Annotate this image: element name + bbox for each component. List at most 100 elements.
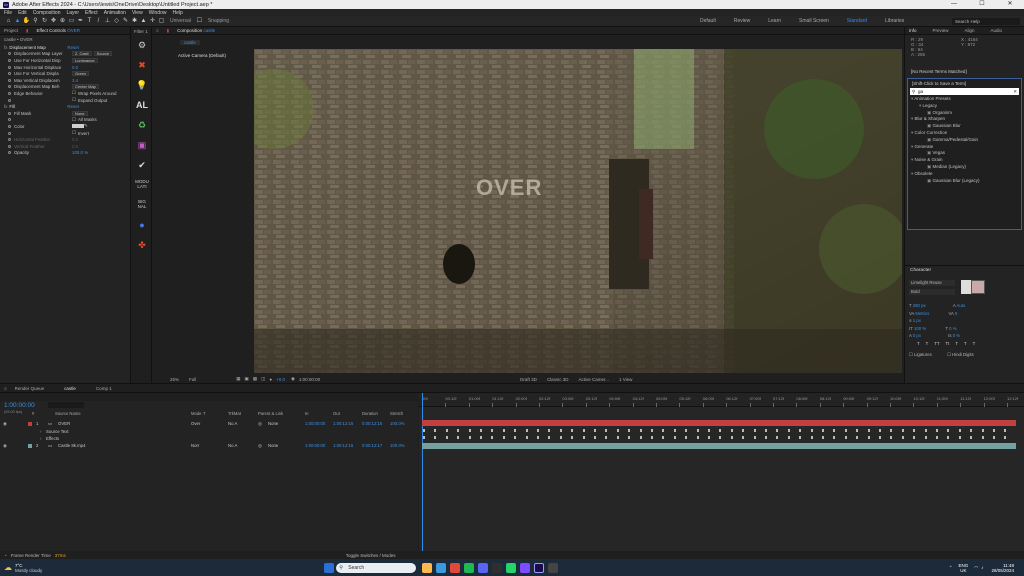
keyframe[interactable]: [514, 429, 517, 432]
home-icon[interactable]: ⌂: [4, 17, 13, 26]
keyframe[interactable]: [753, 436, 756, 439]
stroke-color-swatch[interactable]: [971, 280, 985, 294]
keyframe[interactable]: [434, 429, 437, 432]
property-dropdown-secondary[interactable]: Source: [93, 51, 113, 57]
color-swatch[interactable]: [72, 124, 84, 129]
keyframe[interactable]: [890, 436, 893, 439]
lock-icon[interactable]: ▮: [26, 28, 28, 34]
modulati-icon[interactable]: MODU LATI: [135, 179, 149, 189]
keyframe[interactable]: [468, 436, 471, 439]
tab-castle[interactable]: castle: [64, 386, 76, 391]
font-style-dropdown[interactable]: Bold: [909, 289, 955, 295]
workspace-standard[interactable]: Standard: [847, 17, 867, 26]
target-icon[interactable]: ✤: [135, 239, 149, 251]
visibility-eye-icon[interactable]: ◉: [3, 421, 7, 427]
camera-icon[interactable]: ◉: [291, 376, 295, 382]
tsume-value[interactable]: 0 %: [953, 333, 960, 338]
language-label[interactable]: ENG: [959, 563, 969, 568]
column-header[interactable]: Mode: [191, 411, 201, 416]
keyframe[interactable]: [799, 436, 802, 439]
text-style-button[interactable]: T: [964, 341, 967, 346]
snapping-label[interactable]: Snapping: [208, 18, 229, 24]
roto-brush-icon[interactable]: ✎: [121, 17, 130, 26]
keyframe[interactable]: [605, 429, 608, 432]
font-family-dropdown[interactable]: Limelight Reuse: [909, 280, 955, 286]
stopwatch-icon[interactable]: [8, 131, 11, 135]
column-header[interactable]: TrkMat: [228, 411, 241, 416]
discord-icon[interactable]: [478, 562, 489, 573]
menu-icon[interactable]: ≡: [4, 386, 7, 391]
effect-property[interactable]: ☐ Expand Output: [4, 97, 130, 104]
keyframe[interactable]: [491, 429, 494, 432]
keyframe[interactable]: [639, 436, 642, 439]
effect-item[interactable]: ▣ Median (Legacy): [911, 164, 1018, 171]
keyframe[interactable]: [537, 429, 539, 432]
close-button[interactable]: ✕: [996, 0, 1024, 9]
keyframe[interactable]: [890, 429, 893, 432]
stopwatch-icon[interactable]: [8, 98, 11, 102]
keyframe[interactable]: [434, 436, 437, 439]
timeline-search-input[interactable]: [48, 402, 84, 408]
weather-icon[interactable]: ☁: [4, 563, 12, 572]
effect-property[interactable]: Color ✎: [4, 123, 130, 130]
keyframe[interactable]: [947, 436, 950, 439]
effect-item[interactable]: ▣ Gamma/Pedestal/Gain: [911, 137, 1018, 144]
keyframe[interactable]: [651, 436, 653, 439]
workspace-libraries[interactable]: Libraries: [885, 17, 904, 26]
keyframe[interactable]: [708, 429, 710, 432]
menu-edit[interactable]: Edit: [18, 10, 27, 16]
timeline-timecode[interactable]: 1:00:00:00: [4, 402, 35, 409]
column-header[interactable]: T: [203, 411, 206, 416]
pickwhip-icon[interactable]: ◎: [258, 443, 262, 449]
keyframe[interactable]: [582, 429, 585, 432]
stopwatch-icon[interactable]: [8, 91, 11, 95]
keyframe[interactable]: [616, 436, 619, 439]
tab-project[interactable]: Project: [4, 28, 18, 33]
minimize-button[interactable]: —: [940, 0, 968, 9]
keyframe[interactable]: [628, 429, 631, 432]
property-value[interactable]: 3.4: [72, 78, 78, 83]
keyframe[interactable]: [970, 436, 973, 439]
keyframe[interactable]: [548, 429, 551, 432]
windows-start-icon[interactable]: [324, 562, 335, 573]
effect-property[interactable]: Use For Horizontal Disp Luminance: [4, 57, 130, 64]
workspace-default[interactable]: Default: [700, 17, 716, 26]
pan-behind-tool-icon[interactable]: ⊕: [58, 17, 67, 26]
grid-icon[interactable]: ▦: [236, 376, 240, 382]
taskbar-search[interactable]: ⚲ Search: [336, 562, 417, 573]
grid-icon[interactable]: ✖: [135, 59, 149, 71]
keyframe[interactable]: [1004, 429, 1007, 432]
keyframe[interactable]: [1004, 436, 1007, 439]
stopwatch-icon[interactable]: [8, 65, 11, 69]
stopwatch-icon[interactable]: [8, 58, 11, 62]
axis-world-icon[interactable]: ✛: [148, 17, 157, 26]
in-point[interactable]: 1:00:00:00: [305, 421, 325, 426]
check-icon[interactable]: ✔: [135, 159, 149, 171]
layer-row[interactable]: ◉ 1 ▭ OVER Over No A ◎ None 1:00:00:00 1:00:12:16…: [0, 420, 418, 427]
eraser-tool-icon[interactable]: ◇: [112, 17, 121, 26]
axis-local-icon[interactable]: ▲: [139, 17, 148, 26]
keyframe[interactable]: [719, 429, 722, 432]
column-header[interactable]: Source Name: [55, 411, 81, 416]
keyframe[interactable]: [958, 429, 961, 432]
keyframe[interactable]: [502, 429, 505, 432]
effect-item[interactable]: ▣ Vegas: [911, 150, 1018, 157]
hand-tool-icon[interactable]: ✋: [22, 17, 31, 26]
keyframe[interactable]: [879, 436, 881, 439]
toggle-switches-modes[interactable]: Toggle Switches / Modes: [346, 553, 396, 558]
keyframe[interactable]: [548, 436, 551, 439]
layer-bar-over[interactable]: [422, 420, 1016, 426]
snapping-checkbox-icon[interactable]: ☐: [195, 17, 204, 26]
keyframe[interactable]: [753, 429, 756, 432]
chevron-right-icon[interactable]: ›: [40, 436, 41, 441]
menu-animation[interactable]: Animation: [104, 10, 126, 16]
menu-layer[interactable]: Layer: [66, 10, 79, 16]
effect-property[interactable]: Opacity 100.0 %: [4, 150, 130, 157]
keyframe[interactable]: [844, 429, 847, 432]
keyframe[interactable]: [445, 429, 448, 432]
keyframe[interactable]: [662, 436, 665, 439]
keyframe[interactable]: [525, 429, 528, 432]
property-value[interactable]: 0.0: [72, 137, 78, 142]
keyframe[interactable]: [810, 436, 813, 439]
keyframe[interactable]: [901, 429, 904, 432]
